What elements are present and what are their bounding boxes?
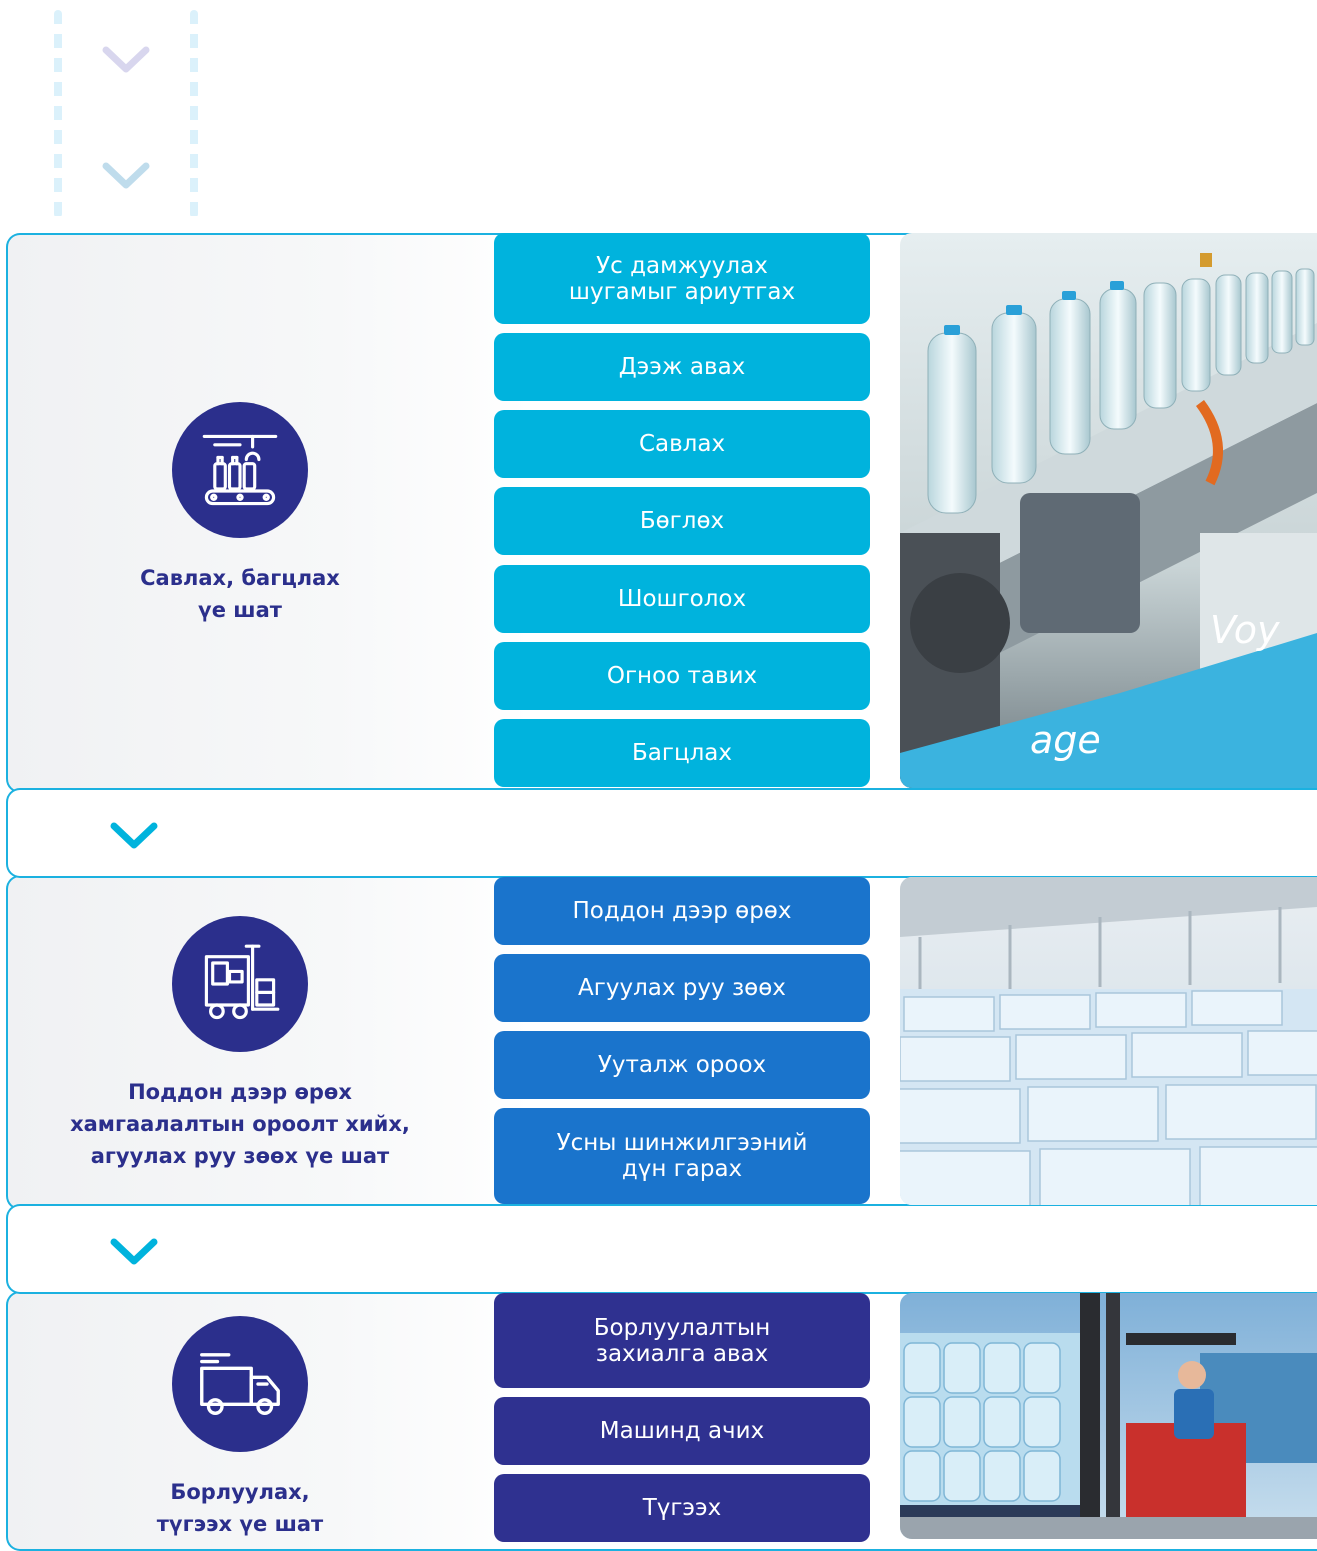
dashed-line-right xyxy=(190,10,198,218)
chevron-down-icon xyxy=(102,46,150,73)
dashed-line-left xyxy=(54,10,62,218)
step-box: Агуулах руу зөөх xyxy=(494,954,870,1022)
stage-label: Борлуулах, түгээх үе шат xyxy=(156,1480,324,1536)
step-box: Түгээх xyxy=(494,1474,870,1542)
step-box: Савлах xyxy=(494,410,870,478)
bottling-conveyor-icon xyxy=(202,434,278,506)
stage-warehouse: Поддон дээр өрөх хамгаалалтын ороолт хий… xyxy=(20,916,460,1172)
chevron-down-icon xyxy=(110,1238,158,1265)
step-box: Усны шинжилгээний дүн гарах xyxy=(494,1108,870,1204)
step-box: Шошголох xyxy=(494,565,870,633)
bottling-line-photo: Voy age xyxy=(900,233,1317,788)
warehouse-photo xyxy=(900,877,1317,1205)
step-box: Ууталж ороох xyxy=(494,1031,870,1099)
step-box: Огноо тавих xyxy=(494,642,870,710)
forklift-loading-photo xyxy=(900,1293,1317,1539)
stage-icon-circle xyxy=(172,402,308,538)
step-box: Поддон дээр өрөх xyxy=(494,877,870,945)
step-box: Машинд ачих xyxy=(494,1397,870,1465)
delivery-truck-icon xyxy=(200,1353,280,1415)
stage-distribution: Борлуулах, түгээх үе шат xyxy=(20,1316,460,1540)
forklift-icon xyxy=(204,944,280,1020)
stage-divider xyxy=(6,788,1317,878)
stage-divider xyxy=(6,1204,1317,1294)
svg-text:Voy: Voy xyxy=(1210,608,1280,652)
stage-label: Савлах, багцлах үе шат xyxy=(140,566,340,622)
step-box: Багцлах xyxy=(494,719,870,787)
step-box: Борлуулалтын захиалга авах xyxy=(494,1293,870,1388)
chevron-down-icon xyxy=(102,162,150,189)
step-box: Дээж авах xyxy=(494,333,870,401)
stage-icon-circle xyxy=(172,1316,308,1452)
stage-icon-circle xyxy=(172,916,308,1052)
chevron-down-icon xyxy=(110,822,158,849)
stage-bottling: Савлах, багцлах үе шат xyxy=(20,402,460,626)
svg-text:age: age xyxy=(1030,718,1101,762)
step-box: Бөглөх xyxy=(494,487,870,555)
stage-label: Поддон дээр өрөх хамгаалалтын ороолт хий… xyxy=(70,1080,410,1168)
step-box: Ус дамжуулах шугамыг ариутгах xyxy=(494,233,870,324)
